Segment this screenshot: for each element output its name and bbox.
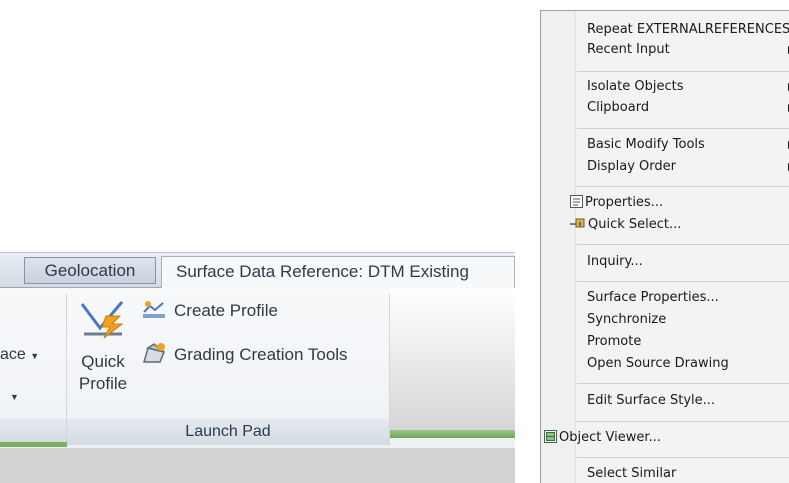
- menu-item-clipboard[interactable]: Clipboard: [587, 100, 789, 115]
- menu-separator: [577, 128, 789, 129]
- menu-separator: [577, 421, 789, 422]
- menu-separator: [577, 457, 789, 458]
- tab-geolocation[interactable]: Geolocation: [24, 257, 156, 284]
- menu-item-open-source-drawing[interactable]: Open Source Drawing: [587, 356, 729, 371]
- menu-separator: [577, 383, 789, 384]
- menu-item-surface-properties[interactable]: Surface Properties...: [587, 290, 719, 305]
- menu-item-recent-input[interactable]: Recent Input: [587, 42, 789, 57]
- menu-item-object-viewer[interactable]: Object Viewer...: [544, 430, 661, 445]
- menu-separator: [577, 186, 789, 187]
- panel-separator: [389, 294, 390, 446]
- menu-item-synchronize[interactable]: Synchronize: [587, 312, 666, 327]
- menu-item-display-order[interactable]: Display Order: [587, 159, 789, 174]
- menu-item-basic-modify-tools[interactable]: Basic Modify Tools: [587, 137, 789, 152]
- panel-accent-strip: [0, 442, 67, 447]
- ribbon-empty-panel: [390, 288, 515, 430]
- menu-item-repeat[interactable]: Repeat EXTERNALREFERENCES: [587, 22, 789, 37]
- context-menu: Repeat EXTERNALREFERENCES Recent Input I…: [540, 10, 789, 483]
- menu-item-promote[interactable]: Promote: [587, 334, 641, 349]
- ribbon-panel-area: ace ▼ ▼ Quick Profile Create Profile Gra…: [0, 288, 515, 448]
- panel-accent-strip: [390, 430, 515, 438]
- launch-pad-panel-title[interactable]: Launch Pad: [67, 419, 389, 445]
- menu-separator: [577, 244, 789, 245]
- menu-icon-gutter: [541, 11, 576, 483]
- ribbon-tab-bar: Geolocation Surface Data Reference: DTM …: [0, 252, 515, 288]
- menu-item-inquiry[interactable]: Inquiry...: [587, 254, 643, 269]
- grading-creation-tools-icon: [143, 343, 166, 363]
- quick-profile-icon: [80, 301, 124, 339]
- create-profile-label: Create Profile: [174, 301, 278, 320]
- create-profile-button[interactable]: Create Profile: [142, 300, 278, 321]
- menu-separator: [577, 281, 789, 282]
- menu-separator: [577, 71, 789, 72]
- properties-icon: [570, 195, 583, 208]
- object-viewer-icon: [544, 430, 557, 443]
- ribbon: Geolocation Surface Data Reference: DTM …: [0, 252, 515, 483]
- menu-item-properties[interactable]: Properties...: [570, 195, 663, 210]
- partial-command-label: ace: [0, 346, 26, 363]
- menu-item-isolate-objects[interactable]: Isolate Objects: [587, 79, 789, 94]
- menu-item-quick-select[interactable]: Quick Select...: [570, 217, 681, 232]
- dropdown-arrow-icon: ▼: [30, 351, 40, 361]
- quick-select-icon: [570, 218, 585, 228]
- menu-item-select-similar[interactable]: Select Similar: [587, 466, 676, 481]
- menu-item-edit-surface-style[interactable]: Edit Surface Style...: [587, 393, 715, 408]
- grading-creation-tools-button[interactable]: Grading Creation Tools: [142, 342, 348, 365]
- drawing-area-strip: [0, 448, 515, 483]
- grading-creation-tools-label: Grading Creation Tools: [174, 345, 348, 364]
- create-profile-icon: [143, 301, 165, 318]
- quick-profile-label: Quick Profile: [78, 352, 128, 393]
- tab-surface-data-reference[interactable]: Surface Data Reference: DTM Existing: [161, 256, 515, 288]
- partial-command-button[interactable]: ace ▼: [0, 346, 39, 364]
- dropdown-arrow-icon[interactable]: ▼: [10, 392, 19, 402]
